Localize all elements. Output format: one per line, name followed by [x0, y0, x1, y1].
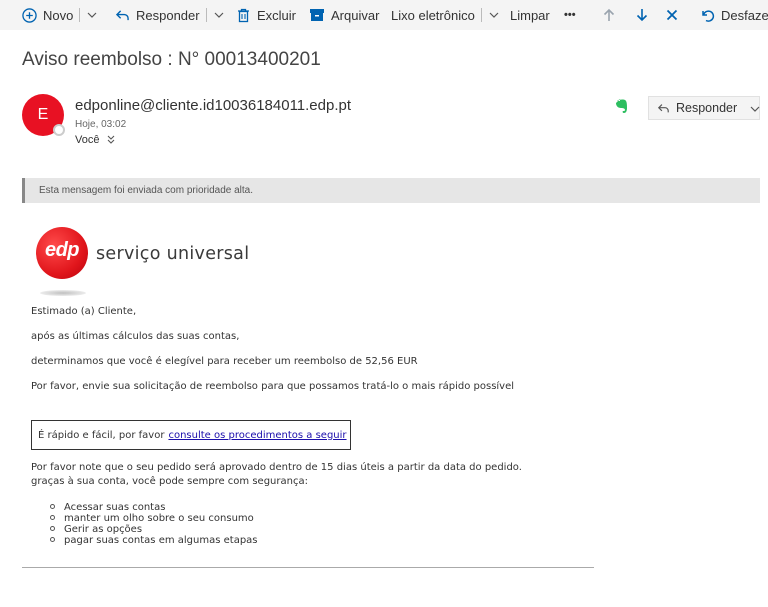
- evernote-icon[interactable]: [614, 98, 630, 114]
- list-item: Gerir as opções: [50, 524, 258, 535]
- delete-button-label: Excluir: [257, 7, 297, 23]
- archive-button[interactable]: Arquivar: [309, 0, 379, 30]
- command-bar: Novo Responder Excluir Arquivar Lixo ele…: [0, 0, 768, 30]
- junk-button-label: Lixo eletrônico: [391, 7, 475, 23]
- reply-button-label: Responder: [676, 101, 738, 115]
- list-item-text: manter um olho sobre o seu consumo: [64, 513, 254, 524]
- bullet-icon: [50, 526, 55, 531]
- avatar-initial: E: [37, 106, 49, 123]
- body-line-3: Por favor, envie sua solicitação de reem…: [31, 381, 515, 392]
- chevron-down-icon[interactable]: [213, 12, 225, 18]
- sweep-button[interactable]: Limpar: [510, 0, 550, 30]
- chevron-down-icon[interactable]: [86, 12, 98, 18]
- reply-toolbar-button[interactable]: Responder: [114, 0, 225, 30]
- cta-text: É rápido e fácil, por favor: [38, 429, 165, 441]
- divider: [79, 8, 81, 22]
- undo-icon: [700, 7, 716, 23]
- trash-icon: [235, 7, 251, 23]
- chevron-down-icon[interactable]: [488, 12, 500, 18]
- undo-button[interactable]: Desfazer: [700, 0, 768, 30]
- more-actions-button[interactable]: •••: [564, 0, 576, 30]
- recipient-name[interactable]: Você: [75, 134, 99, 146]
- delete-button[interactable]: Excluir: [235, 0, 296, 30]
- recipient-line: Você: [75, 134, 115, 146]
- bullet-icon: [50, 537, 55, 542]
- priority-notice-text: Esta mensagem foi enviada com prioridade…: [39, 185, 254, 196]
- junk-button[interactable]: Lixo eletrônico: [391, 0, 500, 30]
- arrow-up-icon: [601, 7, 617, 23]
- priority-notice: Esta mensagem foi enviada com prioridade…: [22, 178, 760, 203]
- close-icon: [664, 7, 680, 23]
- edp-logo-text: edp: [44, 239, 80, 261]
- arrow-down-icon: [634, 7, 650, 23]
- reply-icon: [657, 103, 670, 114]
- sender-address[interactable]: edponline@cliente.id10036184011.edp.pt: [75, 97, 351, 114]
- brand-text: serviço universal: [96, 244, 250, 264]
- previous-message-button[interactable]: [601, 0, 623, 30]
- chevron-down-icon[interactable]: [750, 101, 760, 115]
- new-button-label: Novo: [43, 7, 74, 23]
- logo-shadow: [40, 290, 86, 296]
- next-message-button[interactable]: [634, 0, 656, 30]
- archive-button-label: Arquivar: [331, 7, 380, 23]
- archive-icon: [309, 7, 325, 23]
- reply-toolbar-label: Responder: [136, 7, 200, 23]
- benefits-list: Acessar suas contas manter um olho sobre…: [50, 502, 258, 546]
- greeting: Estimado (a) Cliente,: [31, 306, 137, 317]
- divider: [205, 8, 207, 22]
- list-item: pagar suas contas em algumas etapas: [50, 535, 258, 546]
- reply-icon: [114, 7, 130, 23]
- message-time: Hoje, 03:02: [75, 119, 127, 130]
- close-button[interactable]: [664, 0, 686, 30]
- procedures-link[interactable]: consulte os procedimentos a seguir: [168, 430, 346, 441]
- list-item: manter um olho sobre o seu consumo: [50, 513, 258, 524]
- plus-icon: [21, 7, 37, 23]
- note-line-1: Por favor note que o seu pedido será apr…: [31, 462, 522, 473]
- note-line-2: graças à sua conta, você pode sempre com…: [31, 476, 308, 487]
- more-icon: •••: [564, 9, 576, 21]
- body-line-1: após as últimas cálculos das suas contas…: [31, 331, 240, 342]
- body-line-2: determinamos que você é elegível para re…: [31, 356, 418, 367]
- message-subject: Aviso reembolso : N° 00013400201: [22, 49, 321, 70]
- list-item: Acessar suas contas: [50, 502, 258, 513]
- list-item-text: pagar suas contas em algumas etapas: [64, 535, 258, 546]
- reply-button[interactable]: Responder: [648, 96, 760, 120]
- cta-box: É rápido e fácil, por favor consulte os …: [31, 420, 351, 450]
- new-button[interactable]: Novo: [21, 0, 98, 30]
- bullet-icon: [50, 515, 55, 520]
- sweep-button-label: Limpar: [510, 7, 550, 23]
- presence-indicator: [53, 124, 65, 136]
- bullet-icon: [50, 504, 55, 509]
- divider-line: [22, 567, 594, 568]
- list-item-text: Gerir as opções: [64, 524, 143, 535]
- list-item-text: Acessar suas contas: [64, 502, 166, 513]
- undo-button-label: Desfazer: [721, 7, 768, 23]
- divider: [480, 8, 482, 22]
- expand-recipients-icon[interactable]: [107, 135, 115, 146]
